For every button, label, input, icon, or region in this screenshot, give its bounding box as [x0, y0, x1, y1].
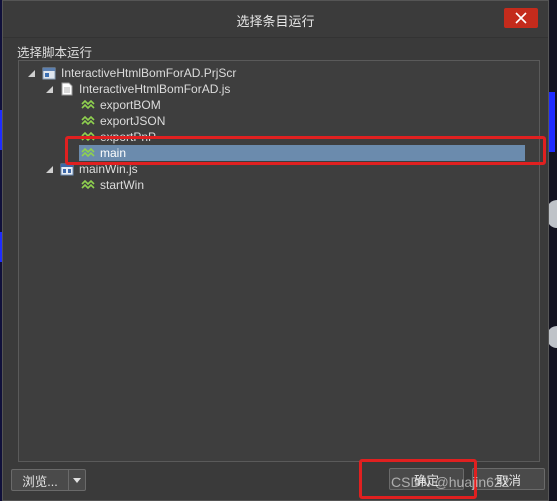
expand-arrow-icon[interactable] [27, 69, 36, 78]
tree-node-label: exportJSON [100, 114, 166, 128]
browse-dropdown[interactable] [69, 469, 86, 491]
function-icon [81, 131, 95, 142]
function-icon [81, 99, 95, 110]
tree-node-function[interactable]: exportJSON [81, 113, 165, 129]
tree-node-label: startWin [100, 178, 145, 192]
run-item-dialog: 选择条目运行 选择脚本运行 InteractiveHtmlBomForAD.Pr… [2, 0, 549, 501]
tree-node-label: InteractiveHtmlBomForAD.js [79, 82, 231, 96]
tree-node-label: mainWin.js [79, 162, 138, 176]
expand-arrow-icon[interactable] [45, 165, 54, 174]
tree-node-label: exportBOM [100, 98, 161, 112]
tree-node-script[interactable]: mainWin.js [45, 161, 138, 177]
tree-node-function[interactable]: startWin [81, 177, 144, 193]
chevron-down-icon [73, 477, 81, 483]
form-script-icon [60, 163, 74, 176]
function-icon [81, 115, 95, 126]
close-button[interactable] [504, 8, 538, 28]
cancel-button[interactable]: 取消 [472, 468, 545, 490]
tree-node-label: main [100, 146, 127, 160]
function-icon [81, 147, 95, 158]
tree-node-function[interactable]: exportBOM [81, 97, 161, 113]
tree-node-label: InteractiveHtmlBomForAD.PrjScr [61, 66, 237, 80]
close-icon [515, 12, 527, 24]
ok-button[interactable]: 确定 [389, 468, 464, 490]
tree-node-function[interactable]: exportPnP [81, 129, 156, 145]
tree-node-label: exportPnP [100, 130, 157, 144]
section-label: 选择脚本运行 [17, 46, 93, 60]
tree-node-project[interactable]: InteractiveHtmlBomForAD.PrjScr [27, 65, 236, 81]
title-bar[interactable]: 选择条目运行 [3, 1, 548, 38]
project-icon [42, 67, 56, 80]
expand-arrow-icon[interactable] [45, 85, 54, 94]
tree-node-function-selected[interactable]: main [79, 145, 525, 161]
function-icon [81, 179, 95, 190]
script-tree[interactable]: InteractiveHtmlBomForAD.PrjScr Interacti… [18, 60, 540, 462]
tree-node-script[interactable]: InteractiveHtmlBomForAD.js [45, 81, 230, 97]
script-file-icon [61, 82, 73, 96]
browse-button[interactable]: 浏览... [11, 469, 69, 491]
dialog-title: 选择条目运行 [236, 14, 315, 29]
browse-split-button[interactable]: 浏览... [11, 469, 87, 491]
